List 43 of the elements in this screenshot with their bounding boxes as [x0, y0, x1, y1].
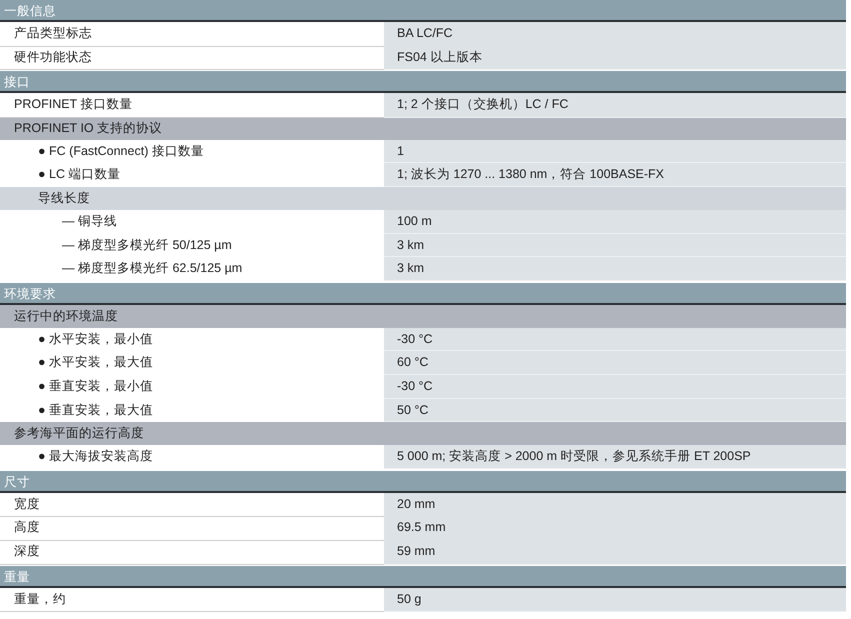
row-label: ● LC 端口数量 [38, 167, 120, 182]
value-cell: 50 °C [384, 398, 846, 422]
row-label: 高度 [14, 520, 40, 534]
group-header: PROFINET IO 支持的协议 [0, 116, 846, 140]
row-label: 硬件功能状态 [14, 50, 92, 64]
value-cell: BA LC/FC [384, 22, 846, 47]
value-cell: 59 mm [384, 540, 846, 564]
group-header: 运行中的环境温度 [0, 304, 846, 328]
row-label: ● FC (FastConnect) 接口数量 [38, 144, 204, 158]
section-header: 接口 [0, 71, 846, 94]
value-cell: 5 000 m; 安装高度 > 2000 m 时受限，参见系统手册 ET 200SP [384, 445, 846, 469]
row-label: — 梯度型多模光纤 50/125 µm [62, 238, 232, 252]
row-label: ● 垂直安装，最大值 [38, 402, 154, 417]
row-label: PROFINET 接口数量 [14, 97, 132, 112]
value-cell: 50 g [384, 588, 846, 612]
row-label: — 梯度型多模光纤 62.5/125 µm [62, 261, 242, 276]
row-label: ● 垂直安装，最小值 [38, 378, 154, 393]
value-cell: -30 °C [384, 374, 846, 399]
value-cell: 60 °C [384, 351, 846, 375]
value-cell: 100 m [384, 210, 846, 234]
section-header: 一般信息 [0, 0, 846, 22]
row-label: 宽度 [14, 496, 40, 511]
row-label: 深度 [14, 544, 40, 558]
row-label: ● 水平安装，最大值 [38, 355, 154, 370]
group-header: 导线长度 [0, 186, 846, 210]
row-label: ● 最大海拔安装高度 [38, 449, 154, 464]
value-cell: 69.5 mm [384, 516, 846, 541]
value-cell: -30 °C [384, 328, 846, 352]
row-label: ● 水平安装，最小值 [38, 332, 154, 346]
value-cell: 3 km [384, 234, 846, 258]
section-header: 尺寸 [0, 470, 846, 493]
value-cell: 3 km [384, 257, 846, 281]
group-header: 参考海平面的运行高度 [0, 422, 846, 446]
section-header: 环境要求 [0, 282, 846, 305]
row-label: 产品类型标志 [14, 26, 92, 40]
value-cell: 1; 波长为 1270 ... 1380 nm，符合 100BASE-FX [384, 163, 846, 187]
row-label: — 铜导线 [62, 214, 117, 228]
value-cell: 1; 2 个接口（交换机）LC / FC [384, 93, 846, 118]
value-cell: FS04 以上版本 [384, 46, 846, 70]
section-header: 重量 [0, 566, 846, 588]
value-cell: 20 mm [384, 492, 846, 518]
value-cell: 1 [384, 140, 846, 164]
row-label: 重量，约 [14, 592, 66, 606]
